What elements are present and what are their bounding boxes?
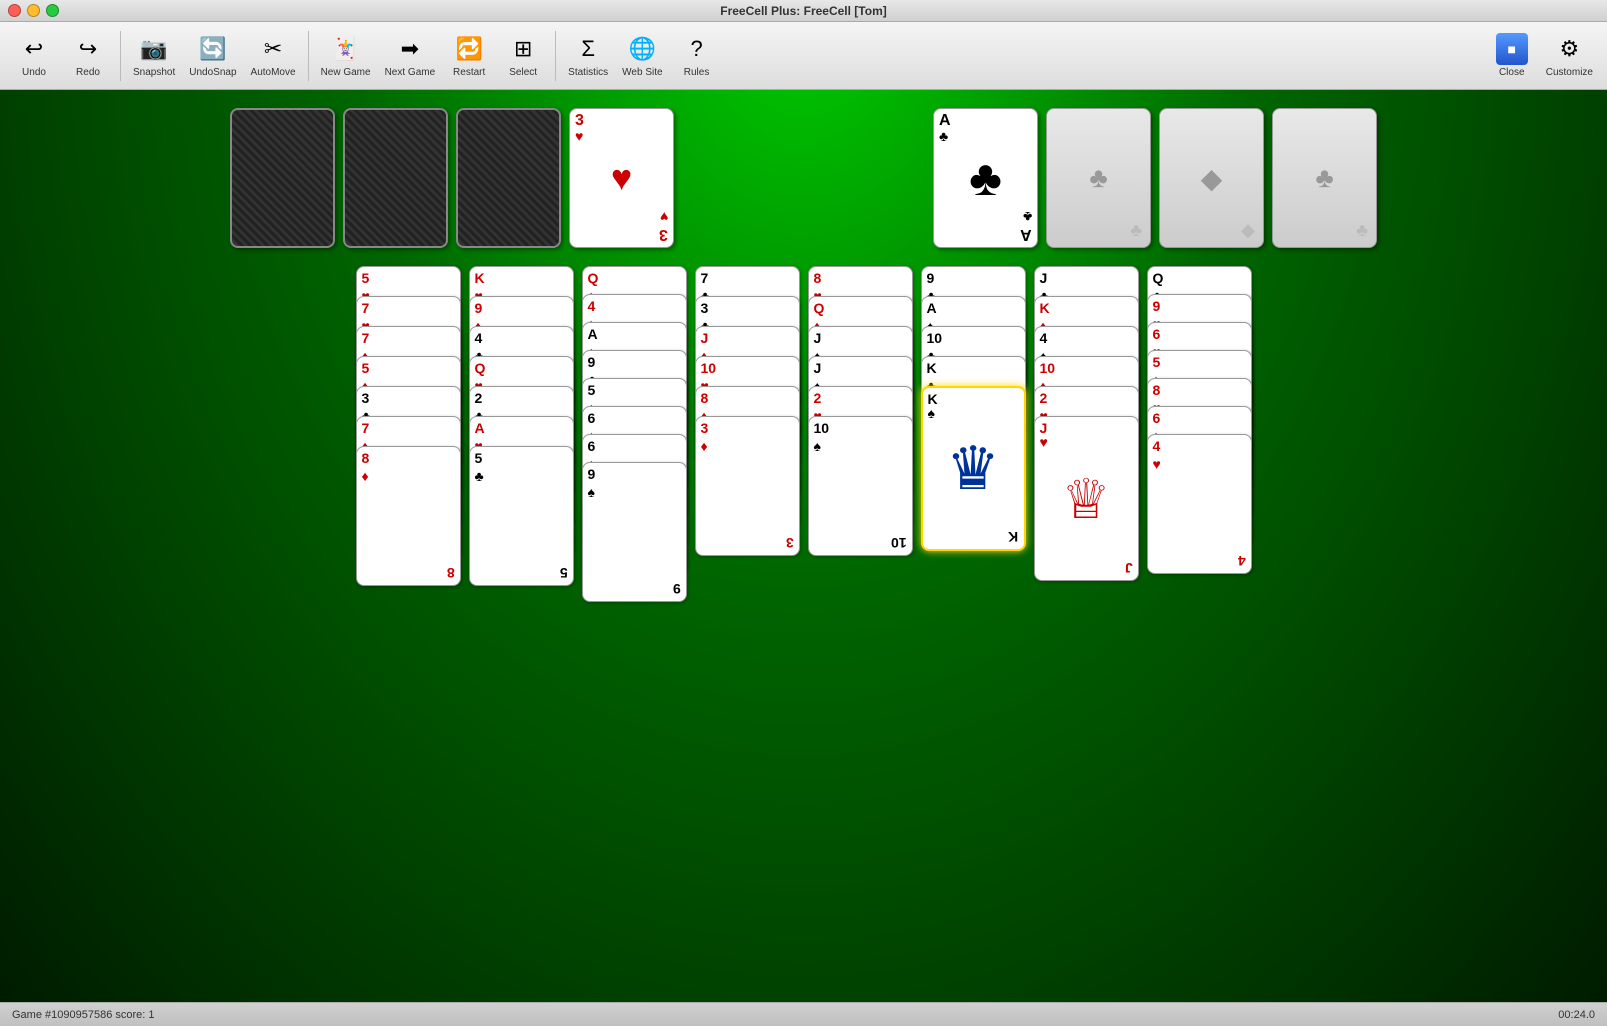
customize-button[interactable]: ⚙ Customize: [1540, 26, 1599, 86]
foundation-2[interactable]: ♣ ♣: [1046, 108, 1151, 248]
nextgame-icon: ➡: [394, 33, 426, 65]
undosnap-icon: 🔄: [197, 33, 229, 65]
snapshot-icon: 📷: [138, 33, 170, 65]
restart-button[interactable]: 🔁 Restart: [443, 26, 495, 86]
minimize-window-button[interactable]: [27, 4, 40, 17]
website-button[interactable]: 🌐 Web Site: [616, 26, 668, 86]
card-5c-col2[interactable]: 5♣5: [469, 446, 574, 586]
column-1[interactable]: 5♥5 7♥ 7♦ 5♦ 3♣ 7♦ 8♦ 8: [356, 266, 461, 586]
card-3d-col4[interactable]: 3♦3: [695, 416, 800, 556]
game-time: 00:24.0: [1558, 1009, 1595, 1021]
card-10s-col5[interactable]: 10♠10: [808, 416, 913, 556]
undosnap-button[interactable]: 🔄 UndoSnap: [183, 26, 242, 86]
undo-button[interactable]: ↩ Undo: [8, 26, 60, 86]
column-2[interactable]: K♥ 9♦ 4♣ Q♥ 2♣ A♥ 5♣5: [469, 266, 574, 586]
column-5[interactable]: 8♥ Q♦ J♠ J♠ 2♥ 10♠10: [808, 266, 913, 566]
freecell-3[interactable]: [456, 108, 561, 248]
card-ks-col6[interactable]: K♠ ♛ K: [921, 386, 1026, 551]
select-icon: ⊞: [507, 33, 539, 65]
automove-button[interactable]: ✂ AutoMove: [245, 26, 302, 86]
customize-icon: ⚙: [1553, 33, 1585, 65]
game-area: 3 ♥ ♥ 3 ♥ A ♣ ♣ A ♣ ♣ ♣ ◆: [0, 90, 1607, 1002]
rules-button[interactable]: ? Rules: [671, 26, 723, 86]
freecells: 3 ♥ ♥ 3 ♥: [230, 108, 674, 248]
select-button[interactable]: ⊞ Select: [497, 26, 549, 86]
statistics-icon: Σ: [572, 33, 604, 65]
column-3[interactable]: Q♦ 4♦ A♠ 9♣ 5♠ 6♠ 6♠ 9♠9: [582, 266, 687, 616]
toolbar: ↩ Undo ↪ Redo 📷 Snapshot 🔄 UndoSnap ✂ Au…: [0, 22, 1607, 90]
foundation-3[interactable]: ◆ ◆: [1159, 108, 1264, 248]
redo-button[interactable]: ↪ Redo: [62, 26, 114, 86]
website-icon: 🌐: [626, 33, 658, 65]
separator-3: [555, 31, 556, 81]
foundation-4[interactable]: ♣ ♣: [1272, 108, 1377, 248]
column-7[interactable]: J♣ K♦ 4♠ 10♦ 2♥ J♥ ♕ J: [1034, 266, 1139, 566]
traffic-lights: [8, 4, 59, 17]
window-title: FreeCell Plus: FreeCell [Tom]: [720, 4, 886, 18]
maximize-window-button[interactable]: [46, 4, 59, 17]
newgame-button[interactable]: 🃏 New Game: [315, 26, 377, 86]
rules-icon: ?: [681, 33, 713, 65]
restart-icon: 🔁: [453, 33, 485, 65]
game-info: Game #1090957586 score: 1: [12, 1009, 155, 1021]
statistics-button[interactable]: Σ Statistics: [562, 26, 614, 86]
card-jh-col7[interactable]: J♥ ♕ J: [1034, 416, 1139, 581]
column-8[interactable]: Q♣ 9♥ 6♥ 5♦ 8♥ 6♦ 4♥ 4: [1147, 266, 1252, 626]
separator-1: [120, 31, 121, 81]
redo-icon: ↪: [72, 33, 104, 65]
freecell-2[interactable]: [343, 108, 448, 248]
nextgame-button[interactable]: ➡ Next Game: [379, 26, 442, 86]
freecell-1[interactable]: [230, 108, 335, 248]
card-9s-col3[interactable]: 9♠9: [582, 462, 687, 602]
snapshot-button[interactable]: 📷 Snapshot: [127, 26, 181, 86]
foundations: A ♣ ♣ A ♣ ♣ ♣ ◆ ◆ ♣ ♣: [933, 108, 1377, 248]
separator-2: [308, 31, 309, 81]
foundation-1[interactable]: A ♣ ♣ A ♣: [933, 108, 1038, 248]
column-6[interactable]: 9♣ A♠ 10♣ K♣ K♠ ♛ K: [921, 266, 1026, 566]
card-8d-col1[interactable]: 8♦ 8: [356, 446, 461, 586]
automove-icon: ✂: [257, 33, 289, 65]
title-bar: FreeCell Plus: FreeCell [Tom]: [0, 0, 1607, 22]
undo-icon: ↩: [18, 33, 50, 65]
freecell-4-card[interactable]: 3 ♥ ♥ 3 ♥: [569, 108, 674, 248]
close-button[interactable]: ■ Close: [1486, 26, 1538, 86]
statusbar: Game #1090957586 score: 1 00:24.0: [0, 1002, 1607, 1026]
close-window-button[interactable]: [8, 4, 21, 17]
column-4[interactable]: 7♣ 3♣ J♦ 10♥ 8♦ 3♦3: [695, 266, 800, 566]
newgame-icon: 🃏: [330, 33, 362, 65]
close-icon: ■: [1496, 33, 1528, 65]
card-4h-col8[interactable]: 4♥ 4: [1147, 434, 1252, 574]
